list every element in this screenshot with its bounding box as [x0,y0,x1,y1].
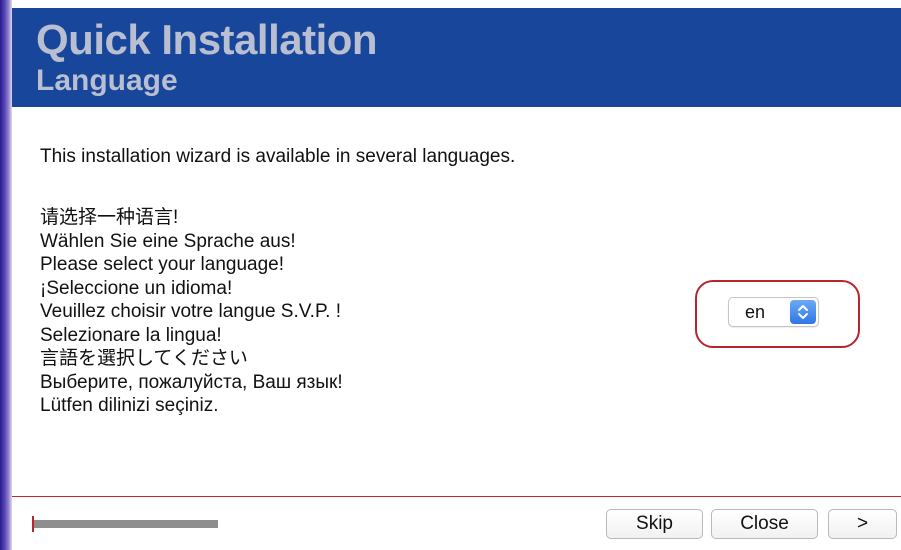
language-prompt-french: Veuillez choisir votre langue S.V.P. ! [40,301,342,322]
up-down-chevron-icon[interactable] [790,300,816,324]
left-accent-bar [0,0,12,550]
language-prompt-german: Wählen Sie eine Sprache aus! [40,230,296,252]
intro-text: This installation wizard is available in… [40,146,516,167]
header-banner: Quick Installation Language [12,8,901,107]
language-prompt-list: 请选择一种语言! Wählen Sie eine Sprache aus! Pl… [40,206,343,418]
next-button[interactable]: > [828,509,897,539]
close-button[interactable]: Close [711,509,818,539]
language-prompt-russian: Выберите, пожалуйста, Ваш язык! [40,371,343,393]
page-title: Quick Installation [36,16,378,63]
language-prompt-english: Please select your language! [40,254,284,275]
language-select[interactable]: en [728,297,819,327]
language-prompt-spanish: ¡Seleccione un idioma! [40,277,233,299]
progress-bar-fill [34,520,218,528]
footer-divider [12,496,901,497]
language-prompt-chinese: 请选择一种语言! [40,207,179,228]
language-prompt-turkish: Lütfen dilinizi seçiniz. [40,395,219,416]
language-prompt-italian: Selezionare la lingua! [40,324,222,346]
progress-bar [32,515,218,533]
language-select-value: en [745,302,766,322]
page-subtitle: Language [36,64,178,97]
installer-window: Quick Installation Language This install… [0,0,901,550]
skip-button[interactable]: Skip [606,509,703,539]
language-prompt-japanese: 言語を選択してください [40,348,248,369]
